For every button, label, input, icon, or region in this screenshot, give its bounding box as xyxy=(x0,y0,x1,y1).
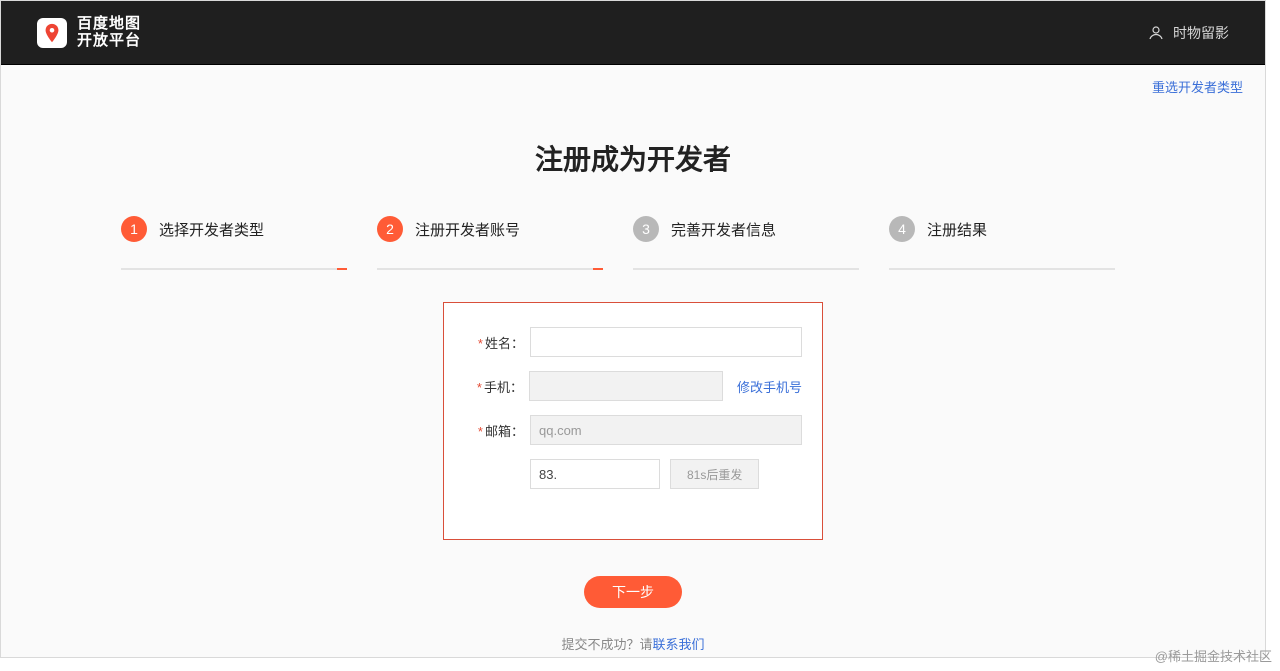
step-label: 选择开发者类型 xyxy=(159,219,264,240)
step-1: 1 选择开发者类型 xyxy=(121,216,377,242)
next-step-button[interactable]: 下一步 xyxy=(584,576,682,608)
email-input xyxy=(530,415,802,445)
brand[interactable]: 百度地图 开放平台 xyxy=(37,16,141,49)
step-2: 2 注册开发者账号 xyxy=(377,216,633,242)
user-icon xyxy=(1147,24,1165,42)
brand-logo-icon xyxy=(37,18,67,48)
brand-text: 百度地图 开放平台 xyxy=(77,16,141,49)
contact-us-link[interactable]: 联系我们 xyxy=(653,637,705,652)
user-menu[interactable]: 时物留影 xyxy=(1147,23,1229,43)
stepper: 1 选择开发者类型 2 注册开发者账号 3 完善开发者信息 4 注册结果 xyxy=(1,216,1265,242)
step-num: 4 xyxy=(889,216,915,242)
change-phone-link[interactable]: 修改手机号 xyxy=(737,377,802,396)
username: 时物留影 xyxy=(1173,23,1229,43)
name-label: *姓名： xyxy=(464,333,524,352)
name-input[interactable] xyxy=(530,327,802,357)
phone-label: *手机： xyxy=(464,377,523,396)
step-label: 注册开发者账号 xyxy=(415,219,520,240)
step-label: 完善开发者信息 xyxy=(671,219,776,240)
page-title: 注册成为开发者 xyxy=(1,138,1265,178)
top-header: 百度地图 开放平台 时物留影 xyxy=(1,1,1265,65)
step-label: 注册结果 xyxy=(927,219,987,240)
step-num: 3 xyxy=(633,216,659,242)
resend-code-button: 81s后重发 xyxy=(670,459,759,489)
email-label: *邮箱： xyxy=(464,421,524,440)
phone-input xyxy=(529,371,723,401)
help-text: 提交不成功？请联系我们 xyxy=(1,634,1265,653)
brand-line1: 百度地图 xyxy=(77,16,141,33)
reset-dev-type-link[interactable]: 重选开发者类型 xyxy=(1152,80,1243,95)
verification-code-input[interactable] xyxy=(530,459,660,489)
step-3: 3 完善开发者信息 xyxy=(633,216,889,242)
step-num: 2 xyxy=(377,216,403,242)
brand-line2: 开放平台 xyxy=(77,33,141,50)
register-form: *姓名： *手机： 修改手机号 *邮箱： 81s后重发 xyxy=(443,302,823,540)
step-4: 4 注册结果 xyxy=(889,216,1145,242)
step-num: 1 xyxy=(121,216,147,242)
